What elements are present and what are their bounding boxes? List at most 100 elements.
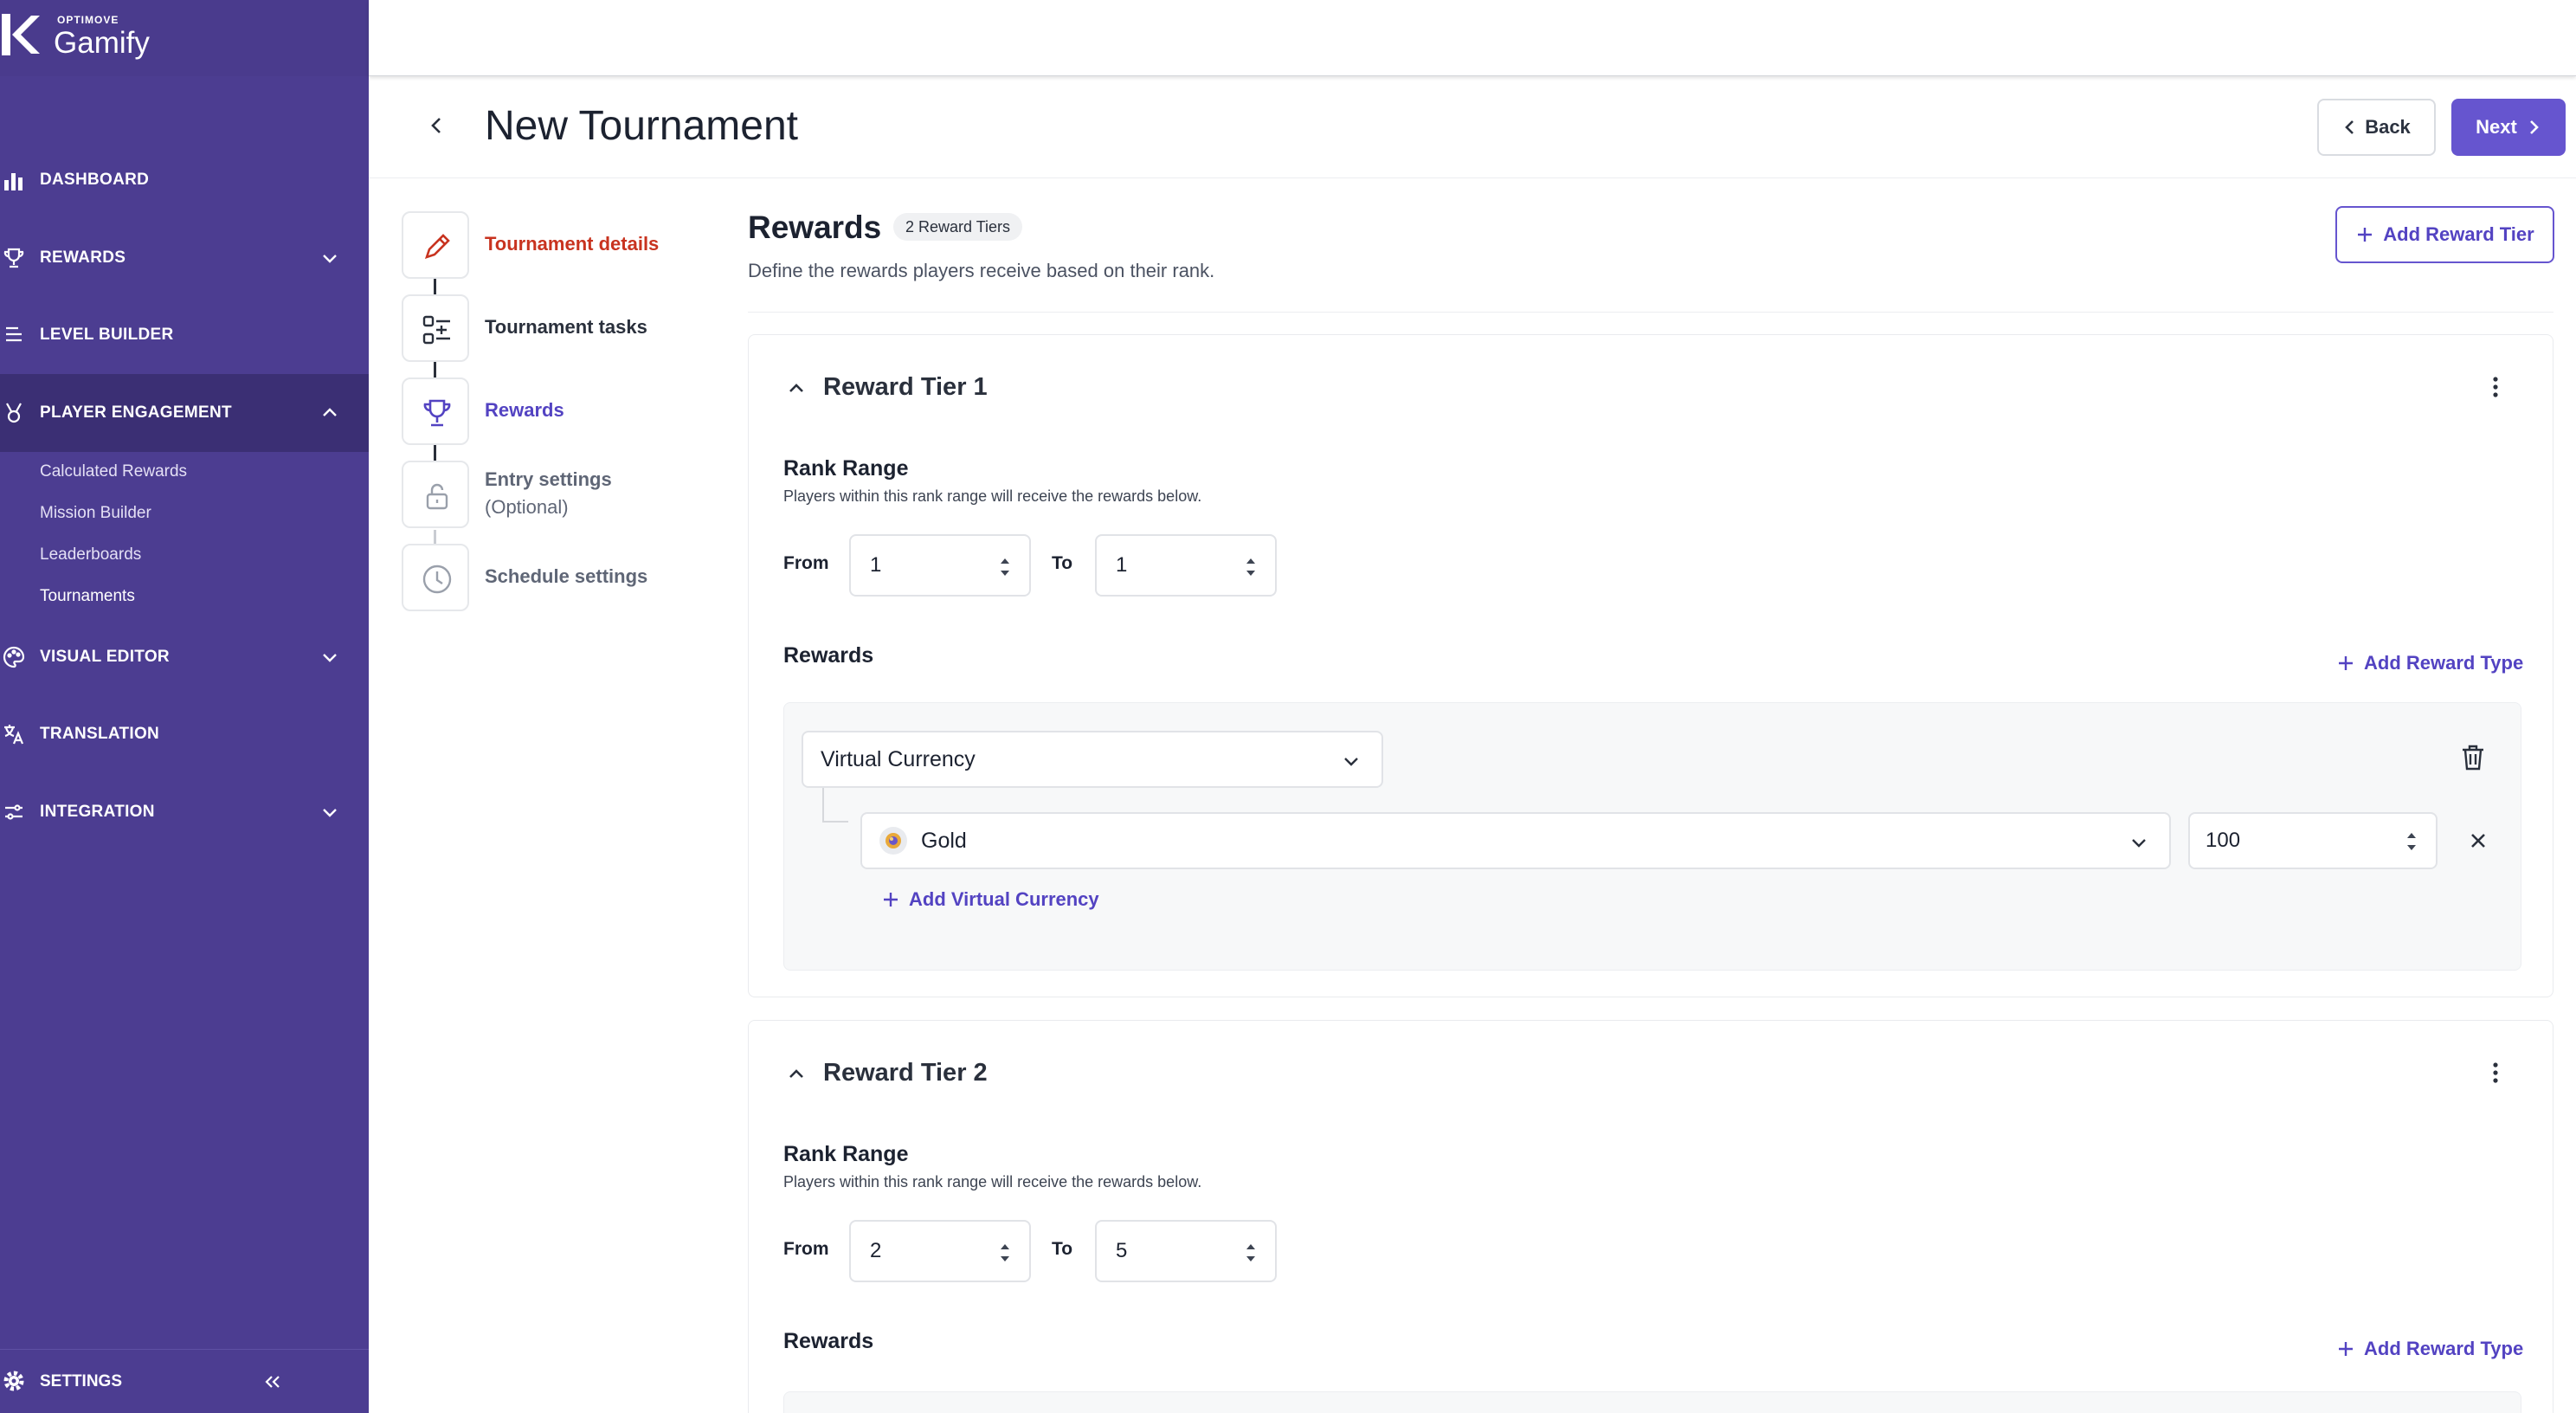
sidebar-item-translation[interactable]: TRANSLATION	[0, 706, 369, 762]
sidebar-item-player-engagement[interactable]: PLAYER ENGAGEMENT	[0, 374, 369, 452]
clock-icon	[422, 565, 452, 594]
stepper-arrows-icon[interactable]	[1244, 1239, 1258, 1267]
sidebar-footer: SETTINGS	[0, 1349, 369, 1413]
step-icon-box	[402, 461, 469, 528]
sidebar-item-label: INTEGRATION	[40, 803, 155, 821]
more-options-icon[interactable]	[2480, 371, 2511, 403]
sidebar-item-visual-editor[interactable]: VISUAL EDITOR	[0, 629, 369, 685]
sidebar-subitem-mission-builder[interactable]: Mission Builder	[40, 504, 151, 523]
reward-type-value: Virtual Currency	[821, 746, 976, 771]
stepper-arrows-icon[interactable]	[1244, 553, 1258, 581]
rank-to-value: 1	[1116, 553, 1128, 577]
plus-icon	[2339, 656, 2353, 670]
step-label: Tournament details	[485, 233, 660, 255]
currency-select[interactable]: Gold	[860, 812, 2171, 869]
sidebar-subitem-leaderboards[interactable]: Leaderboards	[40, 545, 141, 565]
sidebar-item-label: VISUAL EDITOR	[40, 648, 170, 666]
trash-icon[interactable]	[2459, 743, 2487, 772]
translate-icon	[4, 725, 24, 745]
next-button[interactable]: Next	[2451, 99, 2566, 156]
stepper-arrows-icon[interactable]	[2405, 828, 2418, 855]
step-icon-box	[402, 377, 469, 445]
sidebar-item-label: PLAYER ENGAGEMENT	[40, 403, 232, 422]
step-label: Schedule settings	[485, 565, 648, 587]
sidebar-item-integration[interactable]: INTEGRATION	[0, 784, 369, 840]
page-header: New Tournament Back Next	[369, 78, 2576, 178]
tier-header[interactable]: Reward Tier 1	[783, 373, 988, 402]
chevron-down-icon	[1344, 758, 1358, 766]
rank-range-description: Players within this rank range will rece…	[783, 487, 1202, 505]
step-sublabel: (Optional)	[485, 496, 569, 518]
add-reward-type-button[interactable]: Add Reward Type	[2336, 652, 2523, 674]
add-virtual-currency-button[interactable]: Add Virtual Currency	[881, 888, 1099, 911]
next-button-label: Next	[2476, 116, 2517, 138]
step-connector	[434, 445, 436, 462]
collapse-sidebar-icon[interactable]	[261, 1371, 284, 1393]
from-label: From	[783, 553, 829, 573]
rewards-title: Rewards	[748, 210, 882, 245]
settings-label[interactable]: SETTINGS	[40, 1372, 122, 1391]
rank-from-input[interactable]: 1	[849, 534, 1031, 597]
sidebar-item-level-builder[interactable]: LEVEL BUILDER	[0, 307, 369, 363]
rank-range-title: Rank Range	[783, 1142, 909, 1166]
to-label: To	[1052, 553, 1073, 573]
trophy-icon	[3, 248, 24, 268]
back-arrow-icon[interactable]	[424, 113, 450, 139]
reward-tiers-badge: 2 Reward Tiers	[893, 213, 1023, 241]
step-icon-box	[402, 544, 469, 611]
unlock-icon	[426, 483, 448, 510]
reward-type-select[interactable]: Virtual Currency	[802, 731, 1383, 788]
add-reward-tier-label: Add Reward Tier	[2383, 223, 2534, 245]
sidebar-item-label: TRANSLATION	[40, 725, 160, 743]
sidebar-item-dashboard[interactable]: DASHBOARD	[0, 152, 369, 208]
step-entry-settings[interactable]: Entry settings (Optional)	[402, 461, 748, 532]
sidebar-subitem-calculated-rewards[interactable]: Calculated Rewards	[40, 462, 187, 481]
rank-from-input[interactable]: 2	[849, 1220, 1031, 1282]
step-label: Entry settings	[485, 468, 612, 490]
gamify-logo-icon	[2, 14, 40, 55]
rank-range-title: Rank Range	[783, 456, 909, 481]
step-schedule-settings[interactable]: Schedule settings	[402, 544, 748, 613]
back-button[interactable]: Back	[2317, 99, 2436, 156]
top-bar	[369, 0, 2576, 76]
step-tournament-details[interactable]: Tournament details	[402, 211, 748, 281]
add-reward-type-button[interactable]: Add Reward Type	[2336, 1338, 2523, 1360]
step-icon-box	[402, 294, 469, 362]
step-tournament-tasks[interactable]: Tournament tasks	[402, 294, 748, 364]
sidebar: OPTIMOVE Gamify DASHBOARD REWARDS LEVEL …	[0, 0, 369, 1413]
bar-chart-icon	[4, 173, 23, 190]
currency-amount-input[interactable]: 100	[2188, 812, 2438, 869]
palette-icon	[3, 646, 25, 668]
sidebar-subitem-tournaments[interactable]: Tournaments	[40, 587, 135, 606]
close-icon[interactable]	[2469, 831, 2488, 850]
app-logo[interactable]: OPTIMOVE Gamify	[0, 0, 369, 76]
add-reward-type-label: Add Reward Type	[2364, 1338, 2524, 1359]
add-reward-tier-button[interactable]: Add Reward Tier	[2335, 206, 2554, 263]
rank-to-input[interactable]: 1	[1095, 534, 1277, 597]
tier-title: Reward Tier 2	[823, 1059, 988, 1087]
chevron-up-icon	[323, 408, 337, 416]
tier-header[interactable]: Reward Tier 2	[783, 1059, 988, 1087]
gold-coin-icon	[879, 827, 907, 855]
rank-to-input[interactable]: 5	[1095, 1220, 1277, 1282]
sidebar-item-rewards[interactable]: REWARDS	[0, 230, 369, 286]
brand-small-text: OPTIMOVE	[57, 14, 119, 26]
stepper-arrows-icon[interactable]	[998, 1239, 1012, 1267]
more-options-icon[interactable]	[2480, 1057, 2511, 1088]
rewards-subtitle: Rewards	[783, 1329, 874, 1353]
chevron-left-icon	[2345, 120, 2354, 134]
rewards-subtitle: Rewards	[783, 643, 874, 668]
rewards-description: Define the rewards players receive based…	[748, 260, 1215, 281]
tier-title: Reward Tier 1	[823, 373, 988, 401]
rank-range-description: Players within this rank range will rece…	[783, 1173, 1202, 1190]
plus-icon	[2358, 228, 2373, 242]
currency-value: Gold	[921, 828, 967, 853]
tasks-icon	[422, 315, 450, 345]
gear-icon[interactable]	[2, 1369, 26, 1393]
stepper-arrows-icon[interactable]	[998, 553, 1012, 581]
plus-icon	[884, 893, 898, 907]
tree-connector	[822, 788, 848, 823]
step-rewards[interactable]: Rewards	[402, 377, 748, 447]
rank-from-value: 1	[870, 553, 882, 577]
chevron-down-icon	[2132, 839, 2146, 848]
